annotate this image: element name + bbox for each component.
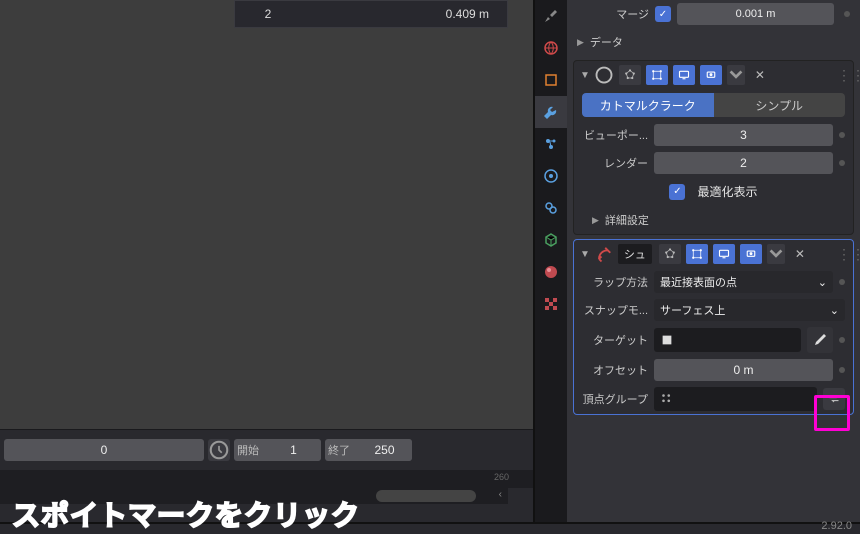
tab-material[interactable] bbox=[535, 256, 567, 288]
start-label: 開始 bbox=[234, 442, 262, 458]
shrinkwrap-modifier-panel: ▼ シュ ✕ ⋮⋮ ラップ方法 最近接表面の点⌄ スナップモ... サーフェス上… bbox=[573, 239, 854, 415]
overlay-length: 0.409 m bbox=[293, 7, 499, 21]
simple-button[interactable]: シンプル bbox=[714, 93, 846, 117]
realtime-display-icon[interactable] bbox=[713, 244, 735, 264]
render-levels-field[interactable]: 2 bbox=[654, 152, 833, 174]
tab-data-mesh[interactable] bbox=[535, 224, 567, 256]
edit-mode-display-icon[interactable] bbox=[686, 244, 708, 264]
scroll-chevron-icon: ‹ bbox=[499, 489, 502, 500]
tab-constraints[interactable] bbox=[535, 192, 567, 224]
optimal-display-checkbox[interactable]: ✓ bbox=[669, 184, 685, 200]
end-frame-field[interactable]: 終了 250 bbox=[325, 439, 412, 461]
chevron-down-icon: ⌄ bbox=[818, 276, 827, 289]
viewport-3d[interactable]: 2 0.409 m bbox=[0, 0, 533, 430]
chevron-right-icon: ▶ bbox=[577, 37, 584, 48]
properties-panel: マージ ✓ 0.001 m ▶ データ ▼ ✕ ⋮⋮ カトマルクラーク シンプル… bbox=[567, 0, 860, 522]
viewport-levels-label: ビューポー... bbox=[582, 127, 648, 143]
delete-modifier-button[interactable]: ✕ bbox=[751, 65, 769, 85]
frame-ruler[interactable]: 260 bbox=[0, 470, 533, 488]
merge-label: マージ bbox=[577, 6, 649, 22]
data-section-label: データ bbox=[590, 34, 623, 50]
render-display-icon[interactable] bbox=[740, 244, 762, 264]
version-label: 2.92.0 bbox=[821, 520, 852, 532]
delete-modifier-button[interactable]: ✕ bbox=[791, 244, 809, 264]
modifier-name-field[interactable]: シュ bbox=[618, 244, 652, 264]
chevron-right-icon: ▶ bbox=[592, 215, 599, 226]
tab-particles[interactable] bbox=[535, 128, 567, 160]
offset-label: オフセット bbox=[582, 362, 648, 378]
offset-field[interactable]: 0 m bbox=[654, 359, 833, 381]
render-display-icon[interactable] bbox=[700, 65, 722, 85]
auto-keying-icon[interactable] bbox=[208, 439, 230, 461]
frame-tick: 260 bbox=[494, 472, 509, 482]
start-frame-field[interactable]: 開始 1 bbox=[234, 439, 321, 461]
scroll-thumb[interactable] bbox=[376, 490, 476, 502]
double-arrow-icon bbox=[828, 393, 840, 405]
advanced-section-header[interactable]: ▶ 詳細設定 bbox=[574, 206, 853, 234]
tab-tool[interactable] bbox=[535, 0, 567, 32]
advanced-label: 詳細設定 bbox=[605, 212, 649, 228]
object-icon bbox=[660, 333, 674, 347]
edit-mode-display-icon[interactable] bbox=[646, 65, 668, 85]
shrinkwrap-icon bbox=[594, 244, 614, 264]
snap-mode-label: スナップモ... bbox=[582, 302, 648, 318]
optimal-display-label: 最適化表示 bbox=[697, 183, 757, 200]
measure-overlay: 2 0.409 m bbox=[234, 0, 508, 28]
properties-tab-strip bbox=[535, 0, 567, 522]
merge-value-field[interactable]: 0.001 m bbox=[677, 3, 834, 25]
anim-dot-icon[interactable] bbox=[839, 337, 845, 343]
render-levels-label: レンダー bbox=[582, 155, 648, 171]
annotation-text: スポイトマークをクリック bbox=[12, 494, 360, 534]
data-section-header[interactable]: ▶ データ bbox=[567, 28, 860, 56]
vertex-group-label: 頂点グループ bbox=[582, 391, 648, 407]
eyedropper-icon bbox=[812, 332, 828, 348]
eyedropper-button[interactable] bbox=[807, 327, 833, 353]
drag-handle-icon[interactable]: ⋮⋮ bbox=[837, 246, 847, 263]
tab-modifier[interactable] bbox=[535, 96, 567, 128]
anim-dot-icon[interactable] bbox=[839, 160, 845, 166]
snap-mode-select[interactable]: サーフェス上⌄ bbox=[654, 299, 845, 321]
overlay-index: 2 bbox=[243, 7, 293, 21]
subdiv-modifier-panel: ▼ ✕ ⋮⋮ カトマルクラーク シンプル ビューポー... 3 レンダー 2 ✓… bbox=[573, 60, 854, 235]
start-value: 1 bbox=[266, 439, 321, 461]
anim-dot-icon[interactable] bbox=[839, 279, 845, 285]
drag-handle-icon[interactable]: ⋮⋮ bbox=[837, 67, 847, 84]
vertex-group-field[interactable] bbox=[654, 387, 817, 411]
subdiv-icon bbox=[594, 65, 614, 85]
chevron-down-icon: ⌄ bbox=[830, 304, 839, 317]
target-object-field[interactable] bbox=[654, 328, 801, 352]
modifier-menu-button[interactable] bbox=[767, 244, 785, 264]
tab-world[interactable] bbox=[535, 32, 567, 64]
current-frame-field[interactable]: 0 bbox=[4, 439, 204, 461]
vertex-mode-icon[interactable] bbox=[659, 244, 681, 264]
chevron-down-icon[interactable]: ▼ bbox=[580, 249, 590, 260]
realtime-display-icon[interactable] bbox=[673, 65, 695, 85]
vertex-group-icon bbox=[660, 392, 674, 406]
catmull-clark-button[interactable]: カトマルクラーク bbox=[582, 93, 714, 117]
invert-vgroup-button[interactable] bbox=[823, 388, 845, 410]
tab-physics[interactable] bbox=[535, 160, 567, 192]
merge-checkbox[interactable]: ✓ bbox=[655, 6, 671, 22]
viewport-levels-field[interactable]: 3 bbox=[654, 124, 833, 146]
anim-dot-icon[interactable] bbox=[839, 367, 845, 373]
wrap-method-select[interactable]: 最近接表面の点⌄ bbox=[654, 271, 833, 293]
tab-object[interactable] bbox=[535, 64, 567, 96]
modifier-menu-button[interactable] bbox=[727, 65, 745, 85]
timeline-controls: 0 開始 1 終了 250 bbox=[0, 430, 533, 470]
end-label: 終了 bbox=[325, 442, 353, 458]
end-value: 250 bbox=[357, 439, 412, 461]
anim-dot-icon[interactable] bbox=[844, 11, 850, 17]
target-label: ターゲット bbox=[582, 332, 648, 348]
anim-dot-icon[interactable] bbox=[839, 132, 845, 138]
chevron-down-icon[interactable]: ▼ bbox=[580, 70, 590, 81]
tab-texture[interactable] bbox=[535, 288, 567, 320]
vertex-mode-icon[interactable] bbox=[619, 65, 641, 85]
wrap-method-label: ラップ方法 bbox=[582, 274, 648, 290]
